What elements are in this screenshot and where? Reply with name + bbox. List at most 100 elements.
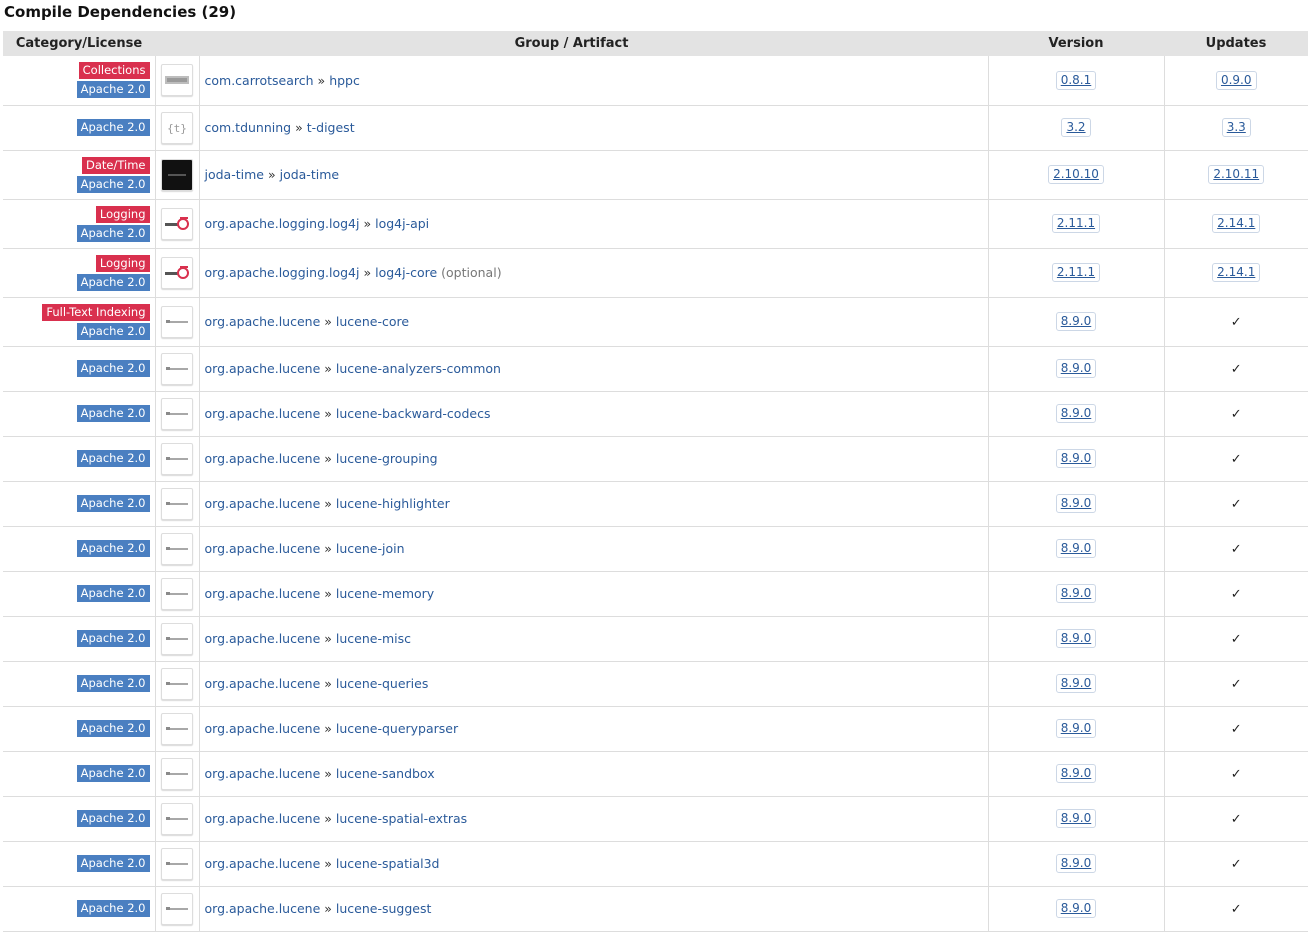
category-badge[interactable]: Logging [95,254,150,272]
artifact-link[interactable]: lucene-highlighter [336,496,450,511]
version-link[interactable]: 2.11.1 [1051,263,1101,282]
version-link[interactable]: 8.9.0 [1055,404,1097,423]
license-badge[interactable]: Apache 2.0 [76,405,150,422]
artifact-link[interactable]: log4j-core [375,265,437,280]
table-row: Logging Apache 2.0 org.apache.logging.lo… [3,199,1308,249]
version-link[interactable]: 8.9.0 [1055,312,1097,331]
license-badge[interactable]: Apache 2.0 [76,224,150,242]
version-link[interactable]: 3.2 [1061,118,1091,137]
group-link[interactable]: com.carrotsearch [205,73,314,88]
version-link[interactable]: 8.9.0 [1055,584,1097,603]
group-link[interactable]: org.apache.lucene [205,901,321,916]
license-badge[interactable]: Apache 2.0 [76,273,150,291]
group-link[interactable]: org.apache.lucene [205,856,321,871]
separator-text: » [324,856,332,871]
version-link[interactable]: 8.9.0 [1055,629,1097,648]
category-badge[interactable]: Full-Text Indexing [42,303,150,321]
license-badge[interactable]: Apache 2.0 [76,175,150,193]
version-link[interactable]: 8.9.0 [1055,809,1097,828]
license-badge[interactable]: Apache 2.0 [76,675,150,692]
group-link[interactable]: org.apache.lucene [205,586,321,601]
license-badge[interactable]: Apache 2.0 [76,495,150,512]
artifact-link[interactable]: joda-time [280,167,339,182]
version-link[interactable]: 8.9.0 [1055,719,1097,738]
artifact-link[interactable]: lucene-sandbox [336,766,435,781]
license-badge[interactable]: Apache 2.0 [76,900,150,917]
update-version-link[interactable]: 0.9.0 [1215,70,1257,90]
group-link[interactable]: com.tdunning [205,120,292,135]
group-link[interactable]: org.apache.lucene [205,766,321,781]
license-badge[interactable]: Apache 2.0 [76,540,150,557]
artifact-link[interactable]: lucene-queryparser [336,721,458,736]
artifact-link[interactable]: lucene-analyzers-common [336,361,501,376]
category-license-cell: Apache 2.0 [3,841,156,887]
artifact-link[interactable]: lucene-grouping [336,451,438,466]
artifact-link[interactable]: lucene-backward-codecs [336,406,491,421]
license-badge[interactable]: Apache 2.0 [76,810,150,827]
version-link[interactable]: 8.9.0 [1055,674,1097,693]
group-link[interactable]: org.apache.lucene [205,631,321,646]
group-link[interactable]: org.apache.lucene [205,811,321,826]
category-badge[interactable]: Date/Time [81,156,150,174]
check-icon: ✓ [1230,721,1242,737]
logo-cell [155,481,200,527]
artifact-link[interactable]: lucene-core [336,314,409,329]
version-link[interactable]: 8.9.0 [1055,494,1097,513]
artifact-link[interactable]: lucene-spatial-extras [336,811,467,826]
version-link[interactable]: 8.9.0 [1055,764,1097,783]
group-link[interactable]: org.apache.lucene [205,314,321,329]
version-link[interactable]: 8.9.0 [1055,359,1097,378]
group-link[interactable]: joda-time [205,167,264,182]
license-badge[interactable]: Apache 2.0 [76,585,150,602]
artifact-link[interactable]: lucene-suggest [336,901,432,916]
group-link[interactable]: org.apache.lucene [205,676,321,691]
version-link[interactable]: 2.10.10 [1048,165,1104,184]
artifact-link[interactable]: lucene-queries [336,676,428,691]
license-badge[interactable]: Apache 2.0 [76,855,150,872]
group-link[interactable]: org.apache.lucene [205,451,321,466]
category-badge[interactable]: Collections [78,62,150,80]
artifact-link[interactable]: t-digest [307,120,355,135]
group-link[interactable]: org.apache.lucene [205,361,321,376]
group-link[interactable]: org.apache.lucene [205,541,321,556]
group-link[interactable]: org.apache.lucene [205,496,321,511]
group-link[interactable]: org.apache.logging.log4j [205,216,360,231]
version-link[interactable]: 0.8.1 [1055,70,1097,90]
version-cell: 3.2 [988,105,1165,151]
updates-cell: 2.14.1 [1164,248,1308,298]
separator-text: » [324,361,332,376]
license-badge[interactable]: Apache 2.0 [76,630,150,647]
artifact-link[interactable]: lucene-spatial3d [336,856,440,871]
logo-cell [155,56,200,106]
artifact-link[interactable]: hppc [329,73,360,88]
version-link[interactable]: 2.11.1 [1051,214,1101,233]
header-group-artifact: Group / Artifact [155,31,988,56]
license-badge[interactable]: Apache 2.0 [76,322,150,340]
version-link[interactable]: 8.9.0 [1055,449,1097,468]
license-badge[interactable]: Apache 2.0 [76,119,150,136]
group-artifact-cell: org.apache.lucene » lucene-sandbox [199,751,989,797]
group-artifact-cell: org.apache.lucene » lucene-analyzers-com… [199,346,989,392]
license-badge[interactable]: Apache 2.0 [76,81,150,99]
update-version-link[interactable]: 2.14.1 [1212,214,1261,233]
artifact-link[interactable]: lucene-join [336,541,405,556]
update-version-link[interactable]: 2.14.1 [1212,263,1261,282]
category-badge[interactable]: Logging [95,205,150,223]
group-link[interactable]: org.apache.lucene [205,721,321,736]
separator-text: » [363,265,372,280]
artifact-link[interactable]: log4j-api [375,216,429,231]
update-version-link[interactable]: 3.3 [1221,118,1251,137]
version-link[interactable]: 8.9.0 [1055,539,1097,558]
version-link[interactable]: 8.9.0 [1055,899,1097,918]
license-badge[interactable]: Apache 2.0 [76,720,150,737]
artifact-link[interactable]: lucene-misc [336,631,411,646]
version-link[interactable]: 8.9.0 [1055,854,1097,873]
license-badge[interactable]: Apache 2.0 [76,765,150,782]
category-license-cell: Apache 2.0 [3,661,156,707]
license-badge[interactable]: Apache 2.0 [76,450,150,467]
update-version-link[interactable]: 2.10.11 [1208,165,1265,184]
artifact-link[interactable]: lucene-memory [336,586,434,601]
group-link[interactable]: org.apache.logging.log4j [205,265,360,280]
group-link[interactable]: org.apache.lucene [205,406,321,421]
license-badge[interactable]: Apache 2.0 [76,360,150,377]
